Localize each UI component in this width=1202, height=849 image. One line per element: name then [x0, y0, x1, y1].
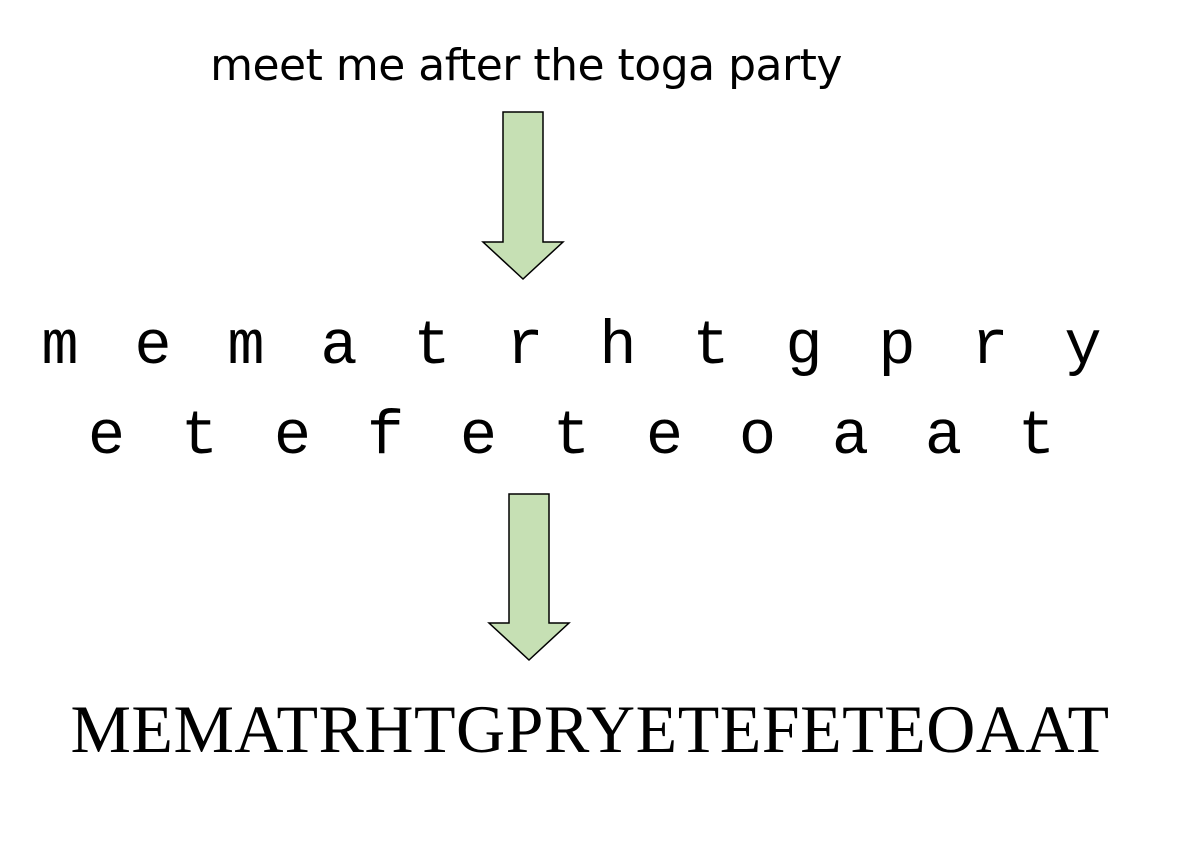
down-arrow-icon	[481, 111, 565, 281]
arrow-2-shape	[487, 493, 571, 662]
rail-1-letter: p	[878, 311, 916, 382]
rail-2-letter: a	[924, 401, 963, 472]
arrow-1-shape	[481, 111, 565, 281]
down-arrow-icon	[487, 493, 571, 662]
rail-1-letter: m	[41, 311, 79, 382]
rail-1-letter: e	[134, 311, 172, 382]
ciphertext-label: MEMATRHTGPRYETEFETEOAAT	[70, 691, 1110, 767]
rail-row-1: mematrhtgpry	[0, 312, 1202, 382]
rail-2-letter: a	[831, 401, 870, 472]
rail-1-letter: r	[971, 311, 1009, 382]
rail-2-letter: e	[273, 401, 312, 472]
rail-1-letter: g	[785, 311, 823, 382]
rail-2-letter: e	[87, 401, 126, 472]
rail-1-letter: a	[320, 311, 358, 382]
rail-2-letter: e	[645, 401, 684, 472]
rail-1-letter: y	[1064, 311, 1102, 382]
rail-2-letter: f	[366, 401, 405, 472]
rail-2-letter: o	[738, 401, 777, 472]
rail-2-letter: t	[552, 401, 591, 472]
rail-1-letter: m	[227, 311, 265, 382]
rail-1-letter: t	[413, 311, 451, 382]
rail-1-letter: t	[692, 311, 730, 382]
rail-2-letter: t	[180, 401, 219, 472]
rail-row-2: etefeteoaat	[0, 402, 1202, 472]
rail-2-letter: e	[459, 401, 498, 472]
rail-1-letter: r	[506, 311, 544, 382]
rail-1-letter: h	[599, 311, 637, 382]
plaintext-label: meet me after the toga party	[210, 40, 842, 91]
rail-2-letter: t	[1017, 401, 1056, 472]
